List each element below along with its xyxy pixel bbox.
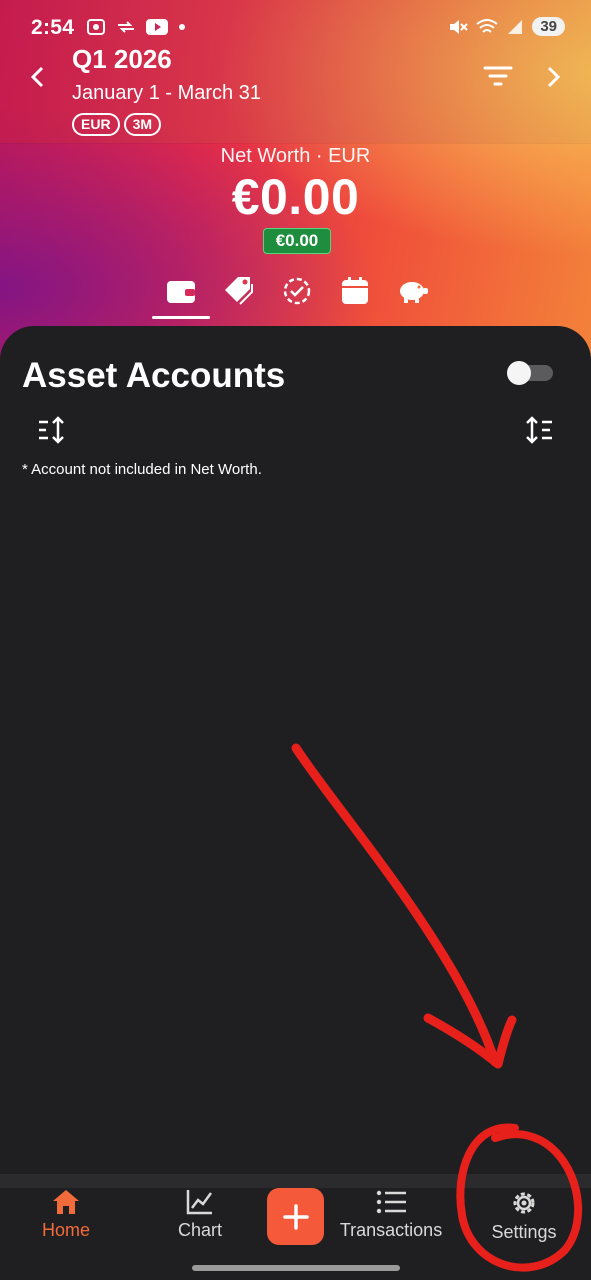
list-icon <box>376 1190 406 1214</box>
nav-transactions[interactable]: Transactions <box>334 1188 448 1248</box>
signal-icon <box>508 19 523 34</box>
tab-accounts[interactable] <box>152 272 210 310</box>
tab-goals[interactable] <box>268 272 326 310</box>
mute-icon <box>450 19 469 34</box>
tags-icon <box>225 277 253 305</box>
sort-descending-button[interactable] <box>523 414 555 446</box>
net-worth-footnote: * Account not included in Net Worth. <box>22 461 262 478</box>
chevron-left-icon <box>30 66 44 88</box>
status-time: 2:54 <box>31 16 75 39</box>
previous-period-button[interactable] <box>26 62 50 92</box>
plus-icon <box>282 1203 309 1230</box>
youtube-icon <box>146 19 168 35</box>
calendar-icon <box>342 277 368 304</box>
gesture-bar <box>192 1265 400 1271</box>
net-worth-change-badge: €0.00 <box>263 228 331 254</box>
piggy-bank-icon <box>400 282 428 303</box>
nav-settings[interactable]: Settings <box>482 1188 566 1248</box>
wallet-icon <box>167 281 195 303</box>
add-transaction-button[interactable] <box>267 1188 324 1245</box>
toggle-knob <box>507 361 531 385</box>
next-period-button[interactable] <box>541 62 565 92</box>
home-icon <box>53 1190 79 1214</box>
bottom-divider <box>0 1174 591 1188</box>
accounts-toggle[interactable] <box>507 361 553 385</box>
period-title: Q1 2026 <box>72 44 172 74</box>
nav-settings-label: Settings <box>491 1222 557 1242</box>
wifi-icon <box>476 18 498 33</box>
screenshot-icon <box>87 19 105 35</box>
battery-indicator: 39 <box>532 17 565 36</box>
net-worth-label: Net Worth · EUR <box>220 145 371 167</box>
accounts-panel <box>0 326 591 1186</box>
data-transfer-icon <box>118 21 134 33</box>
nav-transactions-label: Transactions <box>339 1220 443 1240</box>
progress-check-icon <box>283 277 311 305</box>
sort-icon <box>526 416 552 444</box>
sort-ascending-button[interactable] <box>36 414 68 446</box>
filter-icon <box>483 66 513 86</box>
nav-chart-label: Chart <box>177 1220 222 1240</box>
duration-chip[interactable]: 3M <box>123 113 162 136</box>
chevron-right-icon <box>547 66 561 88</box>
chart-icon <box>186 1190 213 1215</box>
status-system-icons: 39 <box>448 17 565 36</box>
filter-button[interactable] <box>482 64 514 88</box>
tab-budgets[interactable] <box>384 272 442 310</box>
view-tabs <box>152 272 442 310</box>
period-range: January 1 - March 31 <box>72 82 261 104</box>
section-title: Asset Accounts <box>22 356 286 395</box>
active-tab-indicator <box>152 316 210 319</box>
sort-icon <box>39 416 64 444</box>
dot-icon <box>179 24 185 30</box>
nav-chart[interactable]: Chart <box>160 1188 240 1248</box>
period-chips: EUR 3M <box>72 113 162 136</box>
gear-icon <box>513 1192 535 1214</box>
tab-categories[interactable] <box>210 272 268 310</box>
nav-home[interactable]: Home <box>28 1188 104 1248</box>
net-worth-value: €0.00 <box>231 169 360 225</box>
nav-home-label: Home <box>41 1220 90 1240</box>
currency-chip[interactable]: EUR <box>72 113 120 136</box>
tab-calendar[interactable] <box>326 272 384 310</box>
status-notification-icons <box>86 18 186 36</box>
